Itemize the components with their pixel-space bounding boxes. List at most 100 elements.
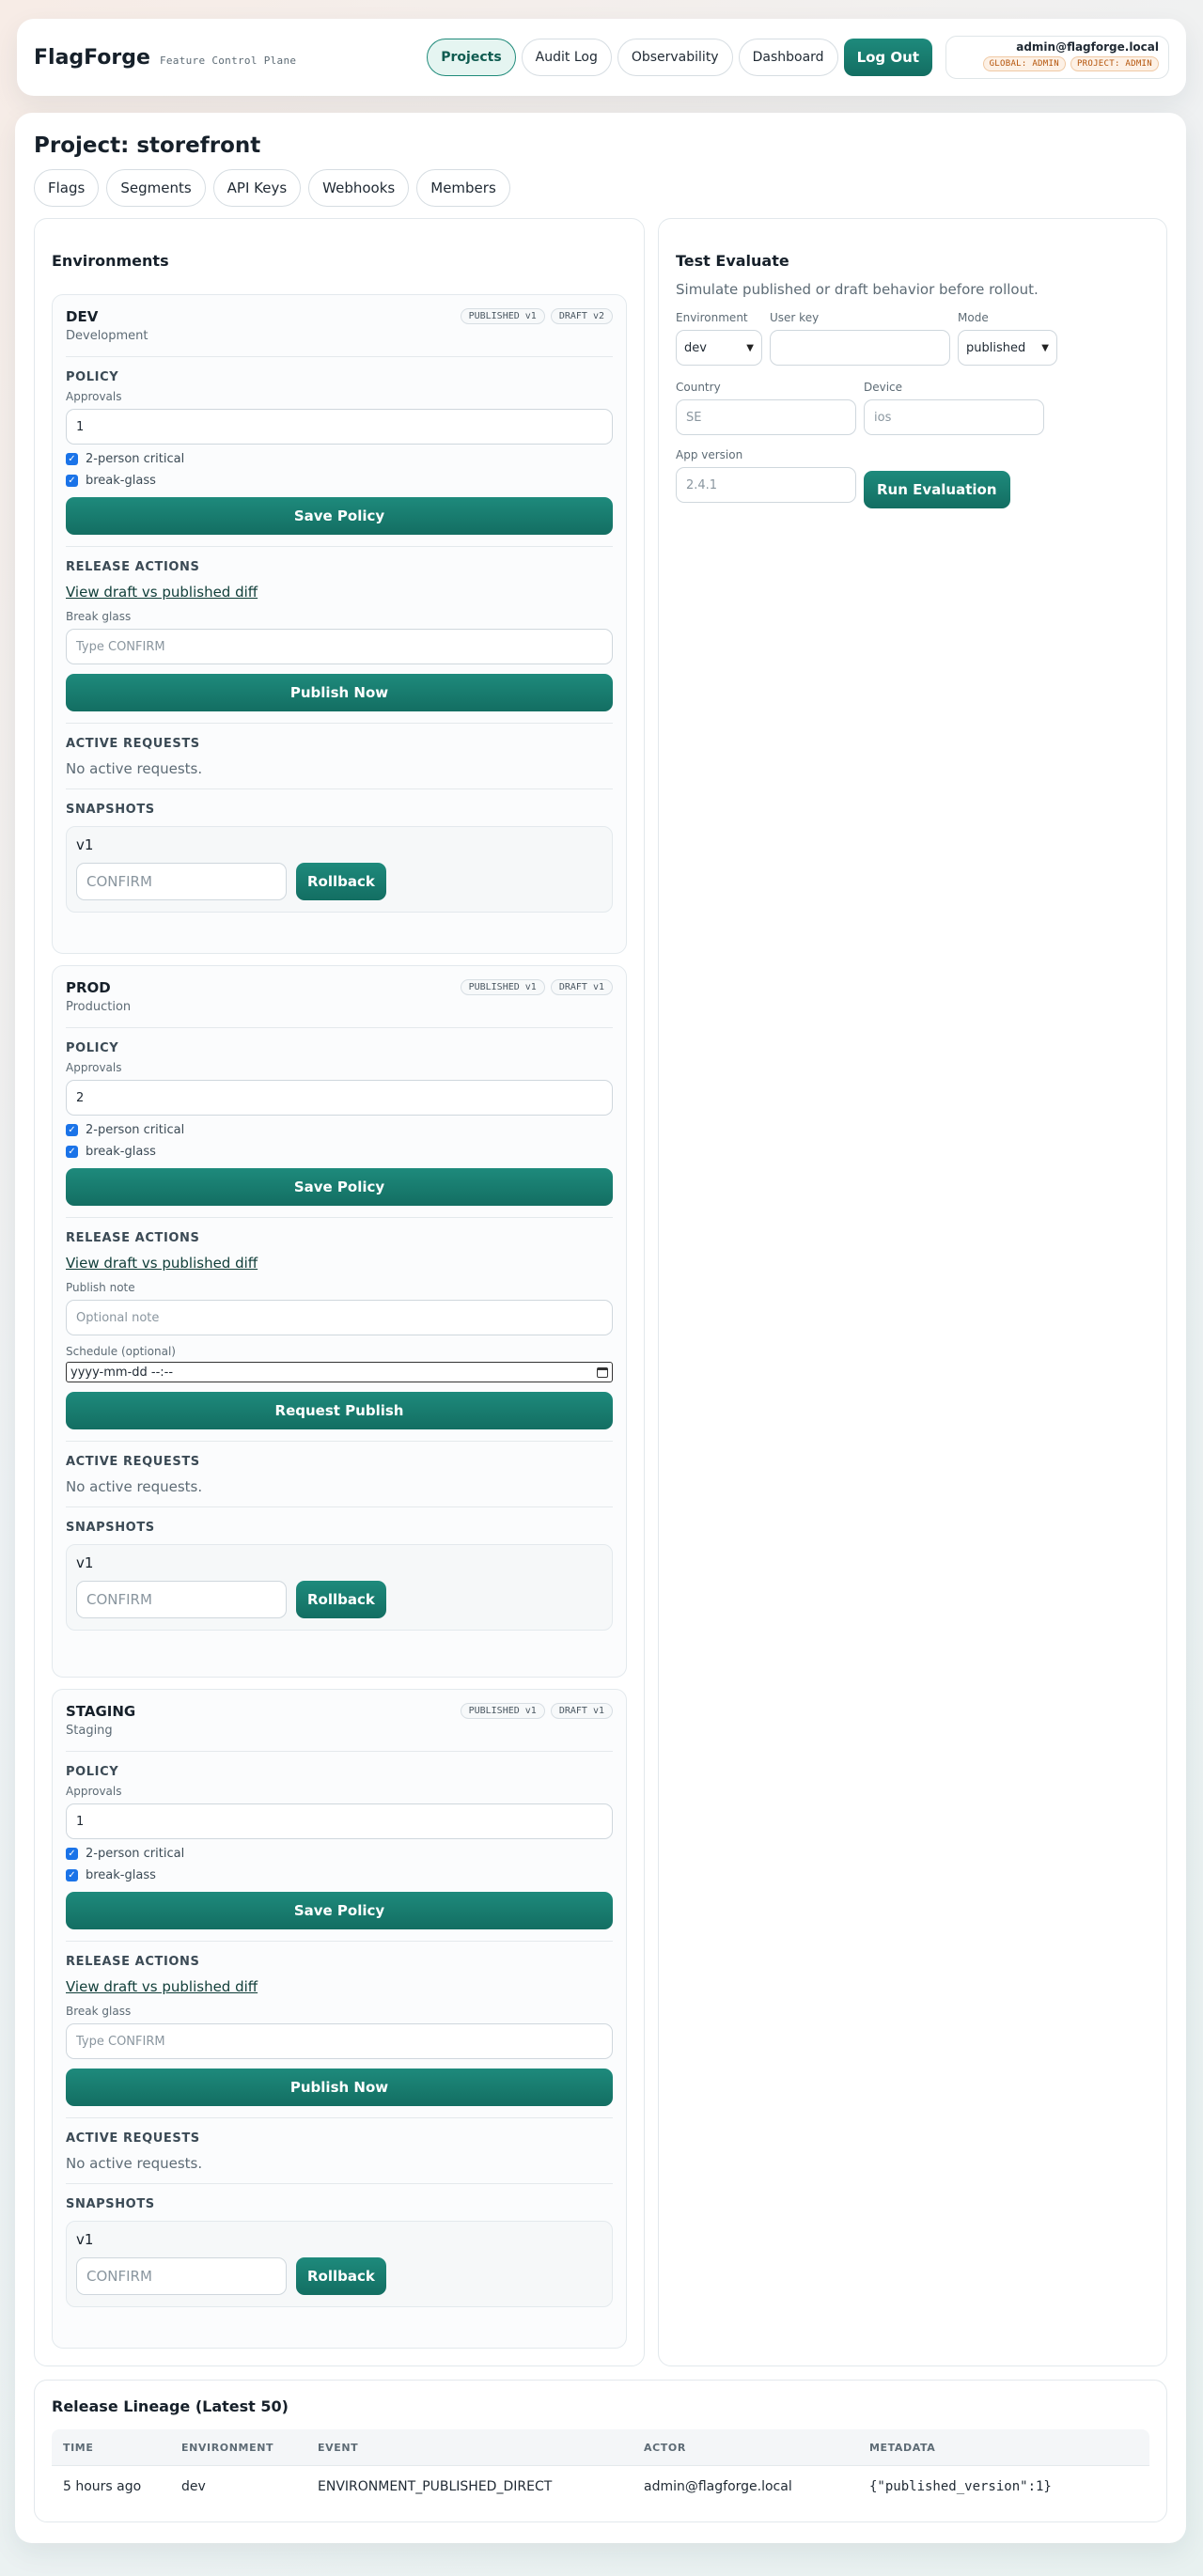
checkbox-checked-icon[interactable]: ✓ bbox=[66, 1869, 78, 1881]
snapshot-item: v1 Rollback bbox=[66, 826, 613, 913]
chevron-down-icon: ▼ bbox=[746, 342, 754, 353]
published-version-badge: PUBLISHED v1 bbox=[460, 1703, 545, 1719]
environment-select[interactable]: dev ▼ bbox=[676, 330, 762, 366]
tab-flags[interactable]: Flags bbox=[34, 169, 100, 207]
break-glass-checkbox-row[interactable]: ✓ break-glass bbox=[66, 1868, 613, 1882]
active-requests-heading: ACTIVE REQUESTS bbox=[66, 2131, 200, 2146]
divider bbox=[66, 723, 613, 724]
checkbox-checked-icon[interactable]: ✓ bbox=[66, 1146, 78, 1158]
rollback-button[interactable]: Rollback bbox=[296, 863, 386, 900]
two-person-checkbox-row[interactable]: ✓ 2-person critical bbox=[66, 452, 613, 466]
publish-now-button[interactable]: Publish Now bbox=[66, 2069, 613, 2106]
view-diff-link[interactable]: View draft vs published diff bbox=[66, 1978, 613, 1995]
tab-members[interactable]: Members bbox=[416, 169, 510, 207]
view-diff-link[interactable]: View draft vs published diff bbox=[66, 1255, 613, 1272]
column-header: METADATA bbox=[869, 2441, 936, 2454]
break-glass-checkbox-row[interactable]: ✓ break-glass bbox=[66, 474, 613, 488]
two-person-checkbox-row[interactable]: ✓ 2-person critical bbox=[66, 1123, 613, 1137]
column-header: EVENT bbox=[318, 2441, 359, 2454]
approvals-label: Approvals bbox=[66, 390, 122, 403]
policy-heading: POLICY bbox=[66, 370, 119, 384]
brand-logo: FlagForge bbox=[34, 45, 150, 70]
main-nav: Projects Audit Log Observability Dashboa… bbox=[427, 36, 1169, 79]
column-header: TIME bbox=[63, 2441, 94, 2454]
rollback-confirm-input[interactable] bbox=[76, 1581, 287, 1618]
device-label: Device bbox=[864, 381, 903, 394]
snapshot-version: v1 bbox=[76, 2231, 94, 2248]
request-publish-button[interactable]: Request Publish bbox=[66, 1392, 613, 1429]
logout-button[interactable]: Log Out bbox=[843, 39, 932, 76]
snapshot-version: v1 bbox=[76, 1554, 94, 1571]
cell-event: ENVIRONMENT_PUBLISHED_DIRECT bbox=[318, 2478, 553, 2494]
divider bbox=[66, 546, 613, 547]
publish-note-label: Publish note bbox=[66, 1281, 135, 1294]
run-evaluation-button[interactable]: Run Evaluation bbox=[864, 471, 1010, 508]
draft-version-badge: DRAFT v1 bbox=[550, 1703, 613, 1719]
device-input[interactable] bbox=[864, 399, 1044, 435]
publish-note-input[interactable] bbox=[66, 1300, 613, 1335]
rollback-confirm-input[interactable] bbox=[76, 2257, 287, 2295]
env-description: Staging bbox=[66, 1724, 113, 1738]
checkbox-checked-icon[interactable]: ✓ bbox=[66, 1848, 78, 1860]
env-card-staging: STAGING Staging PUBLISHED v1 DRAFT v1 PO… bbox=[52, 1689, 627, 2349]
break-glass-input[interactable] bbox=[66, 629, 613, 664]
schedule-datetime-input[interactable]: yyyy-mm-dd --:-- bbox=[66, 1362, 613, 1382]
checkbox-checked-icon[interactable]: ✓ bbox=[66, 453, 78, 465]
user-key-input[interactable] bbox=[770, 330, 950, 366]
rollback-button[interactable]: Rollback bbox=[296, 1581, 386, 1618]
rollback-confirm-input[interactable] bbox=[76, 863, 287, 900]
approvals-input[interactable] bbox=[66, 1080, 613, 1116]
two-person-checkbox-row[interactable]: ✓ 2-person critical bbox=[66, 1847, 613, 1861]
environment-label: Environment bbox=[676, 311, 748, 324]
evaluate-subtitle: Simulate published or draft behavior bef… bbox=[676, 281, 1039, 298]
rollback-button[interactable]: Rollback bbox=[296, 2257, 386, 2295]
save-policy-button[interactable]: Save Policy bbox=[66, 1168, 613, 1206]
nav-audit-log[interactable]: Audit Log bbox=[521, 39, 612, 76]
schedule-label: Schedule (optional) bbox=[66, 1345, 176, 1358]
country-field: Country bbox=[676, 381, 856, 435]
break-glass-input[interactable] bbox=[66, 2023, 613, 2059]
release-actions-heading: RELEASE ACTIONS bbox=[66, 560, 200, 574]
mode-select[interactable]: published ▼ bbox=[958, 330, 1057, 366]
lineage-table: TIME ENVIRONMENT EVENT ACTOR METADATA 5 … bbox=[52, 2429, 1149, 2506]
checkbox-checked-icon[interactable]: ✓ bbox=[66, 1124, 78, 1136]
save-policy-button[interactable]: Save Policy bbox=[66, 1892, 613, 1929]
table-row: 5 hours ago dev ENVIRONMENT_PUBLISHED_DI… bbox=[52, 2465, 1149, 2506]
approvals-input[interactable] bbox=[66, 1803, 613, 1839]
mode-label: Mode bbox=[958, 311, 989, 324]
break-glass-checkbox-row[interactable]: ✓ break-glass bbox=[66, 1145, 613, 1159]
break-glass-label: Break glass bbox=[66, 2005, 132, 2018]
no-requests-text: No active requests. bbox=[66, 1478, 203, 1495]
divider bbox=[66, 788, 613, 789]
nav-dashboard[interactable]: Dashboard bbox=[738, 39, 838, 76]
evaluate-title: Test Evaluate bbox=[676, 252, 789, 270]
snapshots-heading: SNAPSHOTS bbox=[66, 803, 155, 817]
cell-environment: dev bbox=[181, 2478, 206, 2494]
nav-observability[interactable]: Observability bbox=[617, 39, 733, 76]
user-key-label: User key bbox=[770, 311, 820, 324]
view-diff-link[interactable]: View draft vs published diff bbox=[66, 584, 613, 601]
two-person-label: 2-person critical bbox=[86, 1847, 185, 1861]
env-card-prod: PROD Production PUBLISHED v1 DRAFT v1 PO… bbox=[52, 965, 627, 1678]
nav-projects[interactable]: Projects bbox=[427, 39, 516, 76]
break-glass-check-label: break-glass bbox=[86, 474, 156, 488]
tab-webhooks[interactable]: Webhooks bbox=[308, 169, 410, 207]
tab-api-keys[interactable]: API Keys bbox=[212, 169, 302, 207]
tab-segments[interactable]: Segments bbox=[106, 169, 206, 207]
snapshot-version: v1 bbox=[76, 836, 94, 853]
divider bbox=[66, 1441, 613, 1442]
publish-now-button[interactable]: Publish Now bbox=[66, 674, 613, 711]
checkbox-checked-icon[interactable]: ✓ bbox=[66, 475, 78, 487]
country-input[interactable] bbox=[676, 399, 856, 435]
approvals-input[interactable] bbox=[66, 409, 613, 445]
policy-heading: POLICY bbox=[66, 1041, 119, 1055]
save-policy-button[interactable]: Save Policy bbox=[66, 497, 613, 535]
app-version-input[interactable] bbox=[676, 467, 856, 503]
calendar-icon[interactable] bbox=[597, 1366, 608, 1378]
cell-time: 5 hours ago bbox=[63, 2478, 142, 2494]
lineage-title: Release Lineage (Latest 50) bbox=[52, 2397, 289, 2415]
environments-panel: Environments DEV Development PUBLISHED v… bbox=[34, 218, 645, 2366]
draft-version-badge: DRAFT v1 bbox=[550, 979, 613, 995]
device-field: Device bbox=[864, 381, 1044, 435]
user-email: admin@flagforge.local bbox=[1016, 40, 1159, 54]
